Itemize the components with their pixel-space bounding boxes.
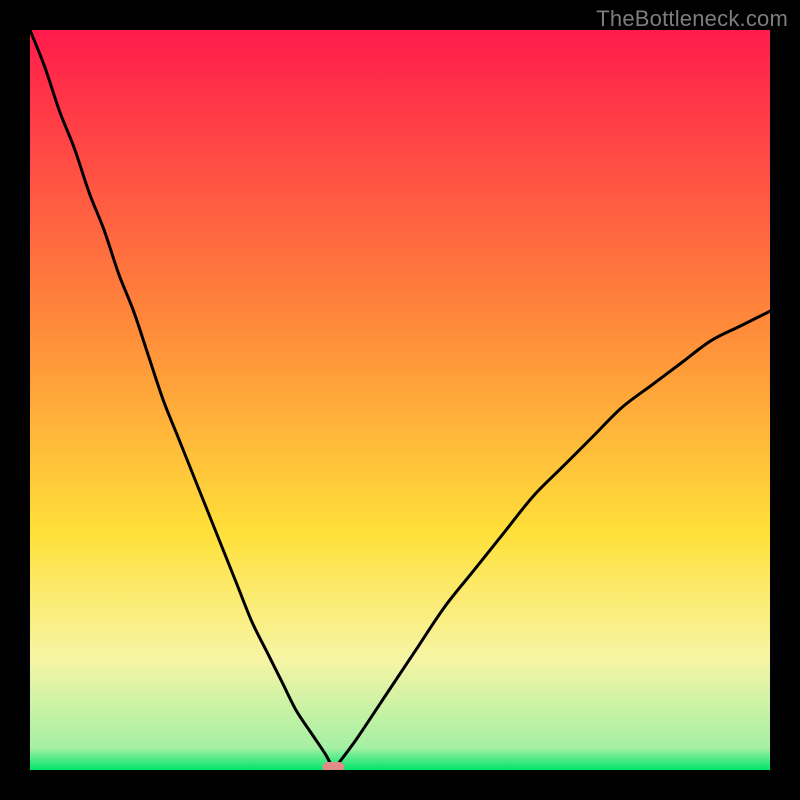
- watermark-text: TheBottleneck.com: [596, 6, 788, 32]
- outer-frame: TheBottleneck.com: [0, 0, 800, 800]
- curve-right-branch: [333, 311, 770, 770]
- notch-marker: [322, 762, 344, 770]
- plot-area: [30, 30, 770, 770]
- curve-layer: [30, 30, 770, 770]
- curve-left-branch: [30, 30, 333, 770]
